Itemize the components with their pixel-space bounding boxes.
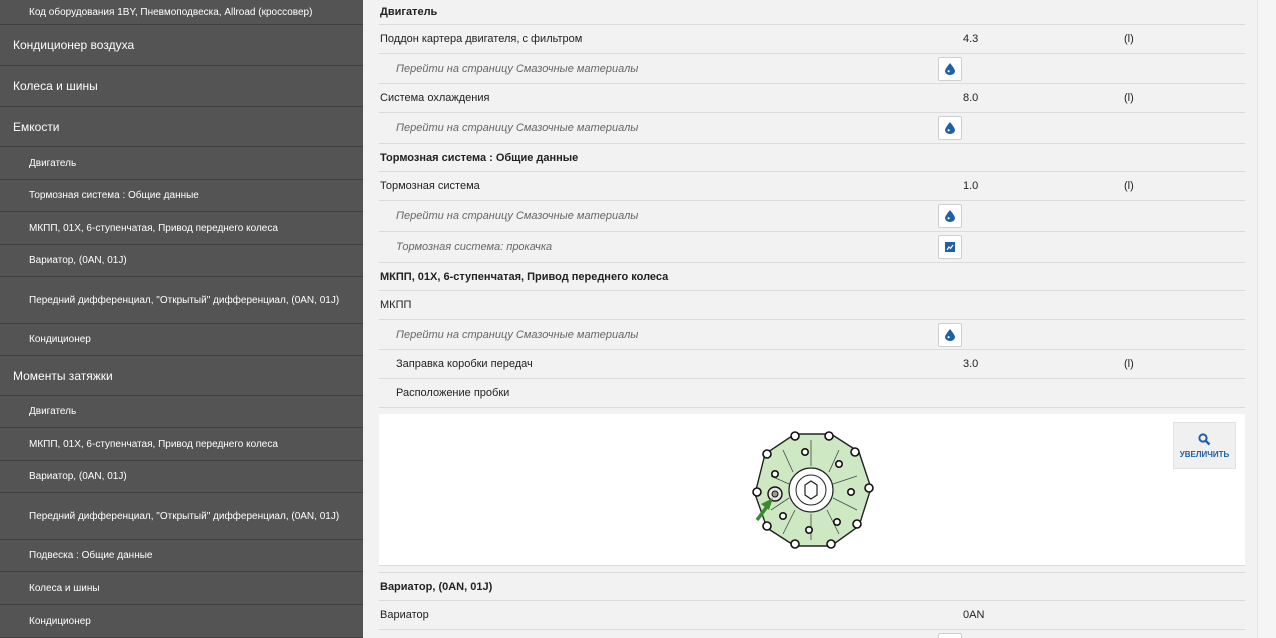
document-icon[interactable]: [938, 235, 962, 259]
sidebar-item-label: МКПП, 01X, 6-ступенчатая, Привод передне…: [29, 438, 278, 450]
sidebar-item-label: Вариатор, (0AN, 01J): [29, 471, 127, 482]
table-row: Вариатор 0AN: [379, 601, 1245, 630]
sidebar-item-label: МКПП, 01X, 6-ступенчатая, Привод передне…: [29, 222, 278, 234]
sidebar-item-label: Кондиционер воздуха: [13, 38, 135, 52]
row-value: 8.0: [963, 92, 979, 104]
sidebar-item-label: Вариатор, (0AN, 01J): [29, 255, 127, 266]
sidebar-item-capacities-engine[interactable]: Двигатель: [0, 147, 363, 180]
table-row: Расположение пробки: [379, 379, 1245, 408]
sidebar-item-label: Двигатель: [29, 157, 77, 169]
sidebar-item-wheels-tires[interactable]: Колеса и шины: [0, 66, 363, 107]
droplet-icon[interactable]: [938, 57, 962, 81]
sidebar-item-torque-suspension[interactable]: Подвеска : Общие данные: [0, 540, 363, 572]
sidebar-item-capacities-ac[interactable]: Кондиционер: [0, 324, 363, 356]
sidebar-item-torque-front-differential[interactable]: Передний дифференциал, "Открытый" диффер…: [0, 493, 363, 540]
sidebar-item-label: Кондиционер: [29, 334, 91, 345]
sidebar-item-capacities[interactable]: Емкости: [0, 107, 363, 147]
table-row: МКПП: [379, 291, 1245, 320]
sidebar-item-torque-engine[interactable]: Двигатель: [0, 396, 363, 428]
sidebar-item-label: Моменты затяжки: [13, 368, 113, 383]
section-title: Тормозная система : Общие данные: [380, 151, 579, 164]
section-header: МКПП, 01X, 6-ступенчатая, Привод передне…: [379, 263, 1245, 291]
brake-bleeding-link[interactable]: Тормозная система: прокачка: [396, 241, 552, 253]
lubricants-link-row[interactable]: Перейти на страницу Смазочные материалы: [379, 54, 1245, 84]
row-value: 3.0: [963, 358, 979, 370]
sidebar-item-label: Емкости: [13, 119, 60, 134]
table-row: Система охлаждения 8.0 (l): [379, 84, 1245, 113]
lubricants-link-row[interactable]: Перейти на страницу Смазочные материалы: [379, 320, 1245, 350]
sidebar-item-torque-cvt[interactable]: Вариатор, (0AN, 01J): [0, 461, 363, 493]
sidebar-item-torque[interactable]: Моменты затяжки: [0, 356, 363, 396]
row-label: Вариатор: [380, 609, 429, 621]
main-content: Двигатель Поддон картера двигателя, с фи…: [363, 0, 1276, 638]
zoom-button[interactable]: УВЕЛИЧИТЬ: [1173, 422, 1236, 469]
lubricants-link-row[interactable]: [379, 630, 1245, 638]
sidebar-item-label: Передний дифференциал, "Открытый" диффер…: [29, 510, 340, 522]
section-header: Тормозная система : Общие данные: [379, 144, 1245, 172]
sidebar-item-torque-manual-transmission[interactable]: МКПП, 01X, 6-ступенчатая, Привод передне…: [0, 428, 363, 461]
zoom-label: УВЕЛИЧИТЬ: [1179, 449, 1230, 459]
sidebar-item-capacities-front-differential[interactable]: Передний дифференциал, "Открытый" диффер…: [0, 277, 363, 324]
section-header: Вариатор, (0AN, 01J): [379, 572, 1245, 601]
diagram-panel: УВЕЛИЧИТЬ: [379, 414, 1245, 566]
row-unit: (l): [1124, 180, 1134, 192]
transmission-diagram[interactable]: [747, 430, 877, 552]
scrollbar-thumb[interactable]: [1262, 2, 1272, 636]
lubricants-link[interactable]: Перейти на страницу Смазочные материалы: [396, 63, 638, 75]
sidebar-item-torque-ac[interactable]: Кондиционер: [0, 605, 363, 638]
droplet-icon[interactable]: [938, 633, 962, 638]
row-label: Заправка коробки передач: [396, 358, 533, 370]
magnifier-icon: [1198, 432, 1211, 445]
lubricants-link[interactable]: Перейти на страницу Смазочные материалы: [396, 329, 638, 341]
lubricants-link-row[interactable]: Перейти на страницу Смазочные материалы: [379, 113, 1245, 144]
table-row: Заправка коробки передач 3.0 (l): [379, 350, 1245, 379]
sidebar: Код оборудования 1BY, Пневмоподвеска, Al…: [0, 0, 363, 638]
row-unit: (l): [1124, 92, 1134, 104]
section-title: Вариатор, (0AN, 01J): [380, 580, 493, 593]
row-label: Расположение пробки: [396, 387, 510, 399]
section-title: Двигатель: [380, 6, 438, 18]
section-title: МКПП, 01X, 6-ступенчатая, Привод передне…: [380, 270, 669, 283]
brake-bleeding-link-row[interactable]: Тормозная система: прокачка: [379, 232, 1245, 263]
sidebar-item-label: Код оборудования 1BY, Пневмоподвеска, Al…: [29, 6, 313, 18]
sidebar-item-label: Передний дифференциал, "Открытый" диффер…: [29, 294, 340, 306]
sidebar-item-label: Кондиционер: [29, 615, 91, 627]
sidebar-item-capacities-cvt[interactable]: Вариатор, (0AN, 01J): [0, 245, 363, 277]
row-unit: (l): [1124, 358, 1134, 370]
row-value: 1.0: [963, 180, 979, 192]
row-value: 4.3: [963, 33, 979, 45]
sidebar-item-label: Колеса и шины: [13, 79, 98, 93]
droplet-icon[interactable]: [938, 204, 962, 228]
sidebar-item-torque-wheels-tires[interactable]: Колеса и шины: [0, 572, 363, 605]
sidebar-item-equipment-code[interactable]: Код оборудования 1BY, Пневмоподвеска, Al…: [0, 0, 363, 25]
sidebar-item-label: Подвеска : Общие данные: [29, 550, 153, 561]
sidebar-item-capacities-brakes[interactable]: Тормозная система : Общие данные: [0, 180, 363, 212]
lubricants-link[interactable]: Перейти на страницу Смазочные материалы: [396, 210, 638, 222]
sidebar-item-label: Двигатель: [29, 406, 77, 417]
row-unit: (l): [1124, 33, 1134, 45]
sidebar-item-air-conditioning[interactable]: Кондиционер воздуха: [0, 25, 363, 66]
sidebar-item-capacities-manual-transmission[interactable]: МКПП, 01X, 6-ступенчатая, Привод передне…: [0, 212, 363, 245]
row-label: Система охлаждения: [380, 92, 490, 104]
droplet-icon[interactable]: [938, 323, 962, 347]
table-row: Поддон картера двигателя, с фильтром 4.3…: [379, 25, 1245, 54]
sidebar-item-label: Колеса и шины: [29, 582, 100, 594]
row-label: Тормозная система: [380, 180, 480, 192]
row-value: 0AN: [963, 609, 985, 621]
droplet-icon[interactable]: [938, 116, 962, 140]
row-label: Поддон картера двигателя, с фильтром: [380, 33, 583, 45]
row-label: МКПП: [380, 299, 412, 311]
section-header: Двигатель: [379, 0, 1245, 25]
scrollbar[interactable]: [1257, 0, 1276, 638]
capacities-table: Двигатель Поддон картера двигателя, с фи…: [379, 0, 1245, 638]
sidebar-item-label: Тормозная система : Общие данные: [29, 190, 199, 201]
lubricants-link-row[interactable]: Перейти на страницу Смазочные материалы: [379, 201, 1245, 232]
table-row: Тормозная система 1.0 (l): [379, 172, 1245, 201]
lubricants-link[interactable]: Перейти на страницу Смазочные материалы: [396, 122, 638, 134]
